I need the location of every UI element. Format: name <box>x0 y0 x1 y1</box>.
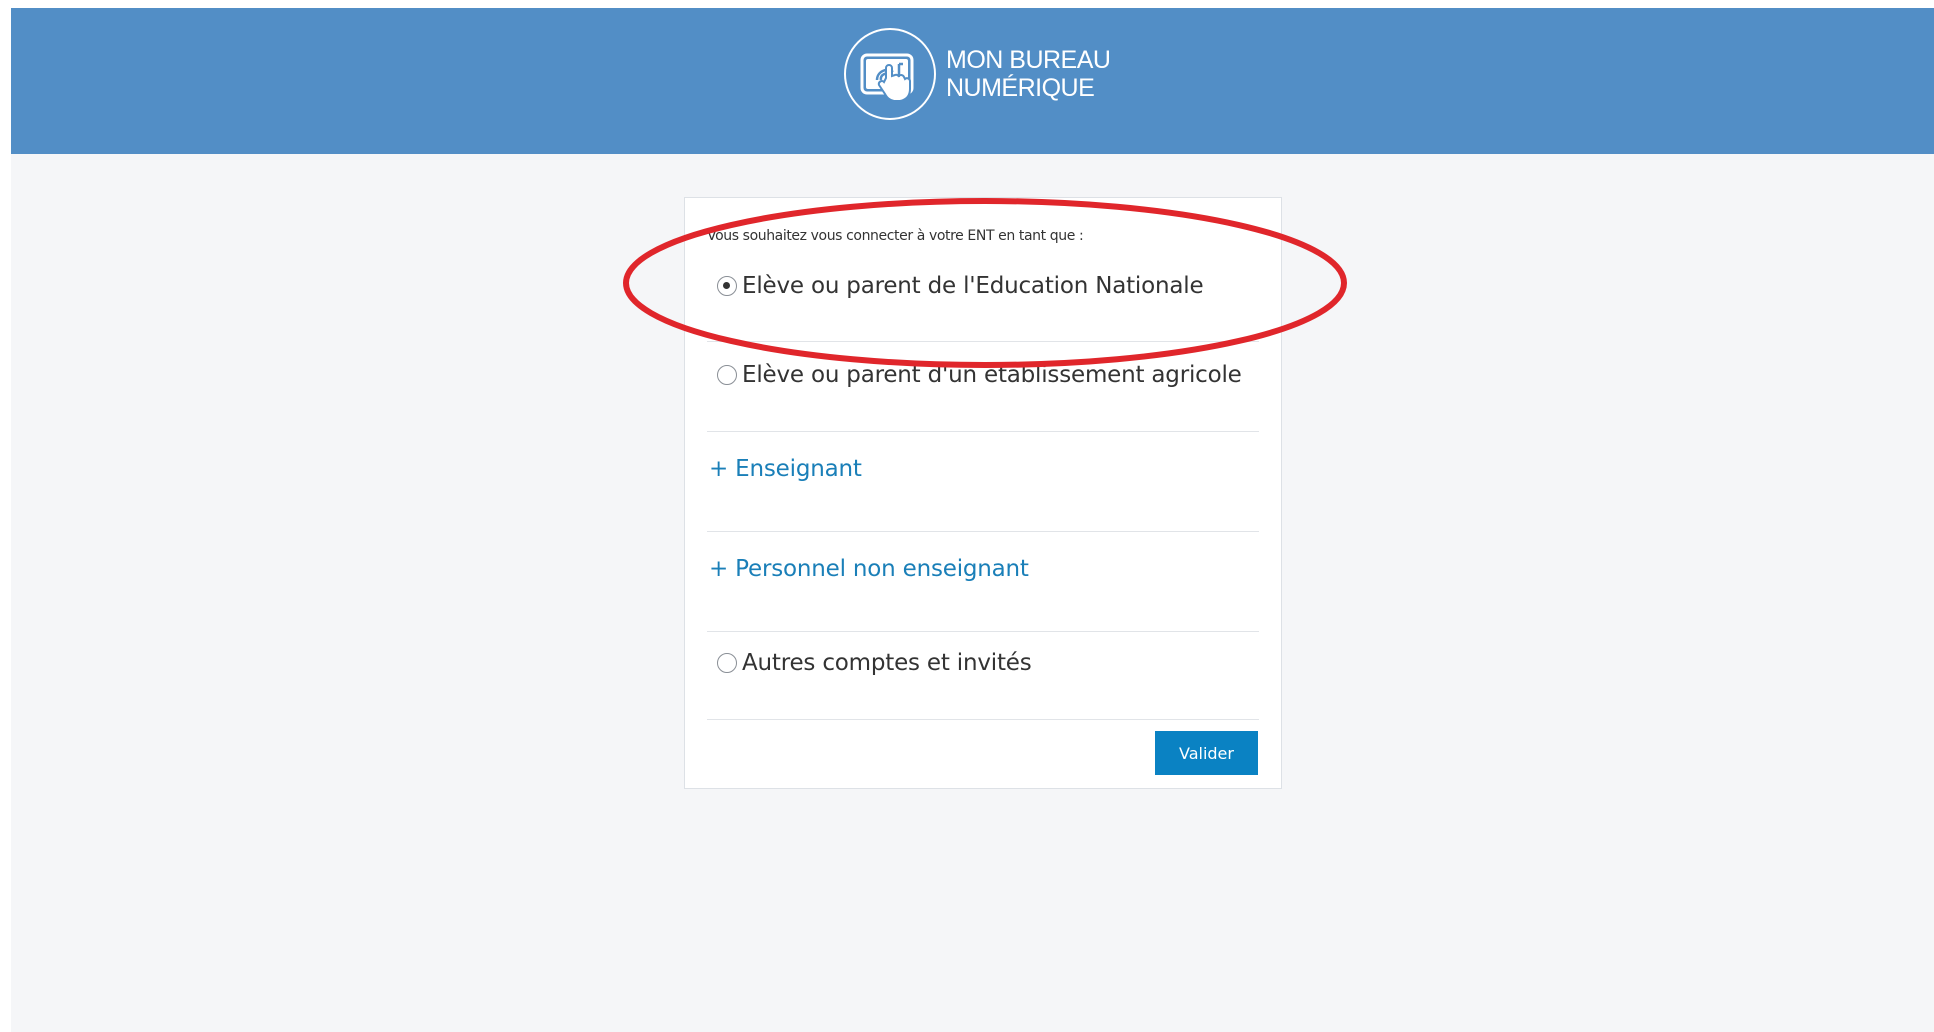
option-etablissement-agricole[interactable]: Elève ou parent d'un établissement agric… <box>707 362 1259 388</box>
intro-text: Vous souhaitez vous connecter à votre EN… <box>707 228 1084 244</box>
option-autres-comptes[interactable]: Autres comptes et invités <box>707 650 1259 676</box>
expand-personnel-link[interactable]: + Personnel non enseignant <box>709 556 1029 582</box>
divider <box>707 341 1259 342</box>
option-label: Elève ou parent d'un établissement agric… <box>742 362 1242 388</box>
option-label: Autres comptes et invités <box>742 650 1032 676</box>
divider <box>707 719 1259 720</box>
divider <box>707 631 1259 632</box>
page: MON BUREAU NUMÉRIQUE Vous souhaitez vous… <box>11 8 1934 1032</box>
option-label: Elève ou parent de l'Education Nationale <box>742 273 1204 299</box>
login-profile-card: Vous souhaitez vous connecter à votre EN… <box>684 197 1282 789</box>
divider <box>707 531 1259 532</box>
tablet-touch-icon <box>844 28 936 120</box>
logo-line-2: NUMÉRIQUE <box>946 74 1095 102</box>
divider <box>707 431 1259 432</box>
option-education-nationale[interactable]: Elève ou parent de l'Education Nationale <box>707 273 1259 299</box>
header-bar: MON BUREAU NUMÉRIQUE <box>11 8 1934 154</box>
radio-etablissement-agricole[interactable] <box>717 365 737 385</box>
radio-autres-comptes[interactable] <box>717 653 737 673</box>
logo-text: MON BUREAU NUMÉRIQUE <box>946 46 1111 102</box>
logo-line-1: MON BUREAU <box>946 46 1111 74</box>
validate-button[interactable]: Valider <box>1155 731 1258 775</box>
expand-enseignant-link[interactable]: + Enseignant <box>709 456 862 482</box>
radio-education-nationale[interactable] <box>717 276 737 296</box>
site-logo[interactable]: MON BUREAU NUMÉRIQUE <box>844 28 1111 120</box>
